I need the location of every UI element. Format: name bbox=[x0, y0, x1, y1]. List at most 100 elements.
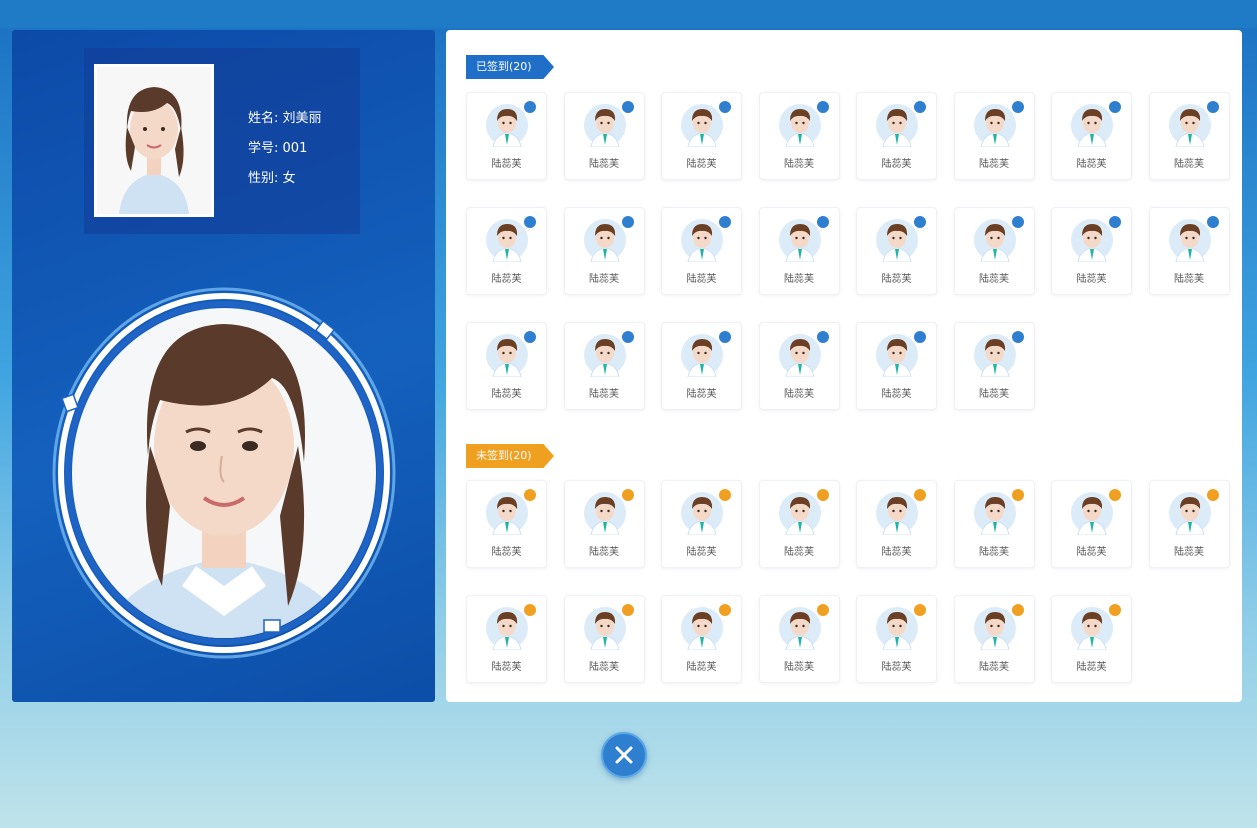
status-dot bbox=[816, 604, 829, 616]
student-card[interactable]: 陆蕊芙 bbox=[661, 92, 742, 180]
student-card[interactable]: 陆蕊芙 bbox=[563, 595, 645, 683]
student-card[interactable]: 陆蕊芙 bbox=[466, 207, 547, 295]
student-card[interactable]: 陆蕊芙 bbox=[758, 92, 840, 180]
student-card-name: 陆蕊芙 bbox=[1174, 547, 1204, 558]
student-card-name: 陆蕊芙 bbox=[784, 662, 814, 673]
student-avatar-icon bbox=[778, 331, 822, 377]
student-avatar-icon bbox=[485, 604, 529, 650]
status-dot bbox=[1109, 216, 1121, 228]
student-card-name: 陆蕊芙 bbox=[881, 389, 912, 400]
status-dot bbox=[914, 604, 926, 616]
status-dot bbox=[1011, 604, 1024, 616]
student-card[interactable]: 陆蕊芙 bbox=[953, 480, 1035, 568]
status-dot bbox=[1206, 489, 1219, 501]
student-card[interactable]: 陆蕊芙 bbox=[1051, 207, 1132, 295]
student-card[interactable]: 陆蕊芙 bbox=[953, 92, 1035, 180]
student-card-name: 陆蕊芙 bbox=[1076, 662, 1107, 673]
student-card-name: 陆蕊芙 bbox=[881, 274, 912, 285]
student-gender: 女 bbox=[282, 171, 296, 186]
student-card[interactable]: 陆蕊芙 bbox=[563, 92, 645, 180]
student-card-name: 陆蕊芙 bbox=[979, 159, 1009, 170]
status-dot bbox=[914, 489, 926, 501]
student-card-name: 陆蕊芙 bbox=[491, 389, 522, 400]
status-dot bbox=[1011, 331, 1024, 343]
status-dot bbox=[914, 101, 926, 113]
name-label: 姓名: bbox=[248, 111, 279, 126]
student-card[interactable]: 陆蕊芙 bbox=[856, 207, 937, 295]
close-button[interactable] bbox=[601, 732, 647, 778]
student-info-card: 姓名: 刘美丽 学号: 001 性别: 女 bbox=[84, 48, 360, 234]
student-card[interactable]: 陆蕊芙 bbox=[661, 595, 742, 683]
student-avatar-icon bbox=[680, 331, 724, 377]
student-card[interactable]: 陆蕊芙 bbox=[466, 595, 547, 683]
student-card[interactable]: 陆蕊芙 bbox=[1051, 595, 1132, 683]
student-card[interactable]: 陆蕊芙 bbox=[758, 322, 840, 410]
student-name: 刘美丽 bbox=[282, 111, 322, 126]
student-gender-line: 性别: 女 bbox=[248, 164, 322, 194]
student-card[interactable]: 陆蕊芙 bbox=[661, 322, 742, 410]
status-dot bbox=[1011, 216, 1024, 228]
gender-label: 性别: bbox=[248, 171, 279, 186]
student-avatar-icon bbox=[680, 604, 724, 650]
student-card-name: 陆蕊芙 bbox=[979, 274, 1009, 285]
student-card[interactable]: 陆蕊芙 bbox=[563, 480, 645, 568]
top-bar bbox=[0, 0, 1257, 28]
student-avatar-icon bbox=[973, 604, 1017, 650]
student-card-name: 陆蕊芙 bbox=[979, 547, 1009, 558]
student-card[interactable]: 陆蕊芙 bbox=[856, 480, 937, 568]
student-card[interactable]: 陆蕊芙 bbox=[953, 322, 1035, 410]
student-card[interactable]: 陆蕊芙 bbox=[758, 480, 840, 568]
student-card[interactable]: 陆蕊芙 bbox=[661, 207, 742, 295]
student-card-name: 陆蕊芙 bbox=[1076, 159, 1107, 170]
status-dot bbox=[914, 216, 926, 228]
student-card-name: 陆蕊芙 bbox=[491, 662, 522, 673]
student-card-name: 陆蕊芙 bbox=[589, 662, 619, 673]
student-card[interactable]: 陆蕊芙 bbox=[1148, 480, 1230, 568]
student-card[interactable]: 陆蕊芙 bbox=[563, 207, 645, 295]
student-avatar-icon bbox=[973, 489, 1017, 535]
student-card[interactable]: 陆蕊芙 bbox=[758, 595, 840, 683]
status-dot bbox=[1206, 216, 1219, 228]
student-id-line: 学号: 001 bbox=[248, 134, 322, 164]
student-card-name: 陆蕊芙 bbox=[881, 159, 912, 170]
student-card[interactable]: 陆蕊芙 bbox=[953, 207, 1035, 295]
student-card-name: 陆蕊芙 bbox=[491, 274, 522, 285]
student-card-name: 陆蕊芙 bbox=[1076, 547, 1107, 558]
status-dot bbox=[816, 216, 829, 228]
student-card[interactable]: 陆蕊芙 bbox=[856, 595, 937, 683]
student-card[interactable]: 陆蕊芙 bbox=[953, 595, 1035, 683]
student-card-name: 陆蕊芙 bbox=[979, 389, 1009, 400]
student-card[interactable]: 陆蕊芙 bbox=[466, 92, 547, 180]
status-dot bbox=[719, 331, 731, 343]
student-avatar-icon bbox=[778, 216, 822, 262]
student-card[interactable]: 陆蕊芙 bbox=[1148, 207, 1230, 295]
student-card[interactable]: 陆蕊芙 bbox=[1051, 480, 1132, 568]
student-avatar-icon bbox=[1168, 489, 1212, 535]
student-avatar-icon bbox=[875, 604, 919, 650]
student-card[interactable]: 陆蕊芙 bbox=[1148, 92, 1230, 180]
student-card-name: 陆蕊芙 bbox=[589, 274, 619, 285]
student-avatar-icon bbox=[485, 331, 529, 377]
student-card[interactable]: 陆蕊芙 bbox=[1051, 92, 1132, 180]
student-card[interactable]: 陆蕊芙 bbox=[661, 480, 742, 568]
status-dot bbox=[914, 331, 926, 343]
student-avatar-icon bbox=[583, 216, 627, 262]
student-detail-panel: 姓名: 刘美丽 学号: 001 性别: 女 bbox=[12, 30, 435, 702]
student-card[interactable]: 陆蕊芙 bbox=[563, 322, 645, 410]
student-avatar-icon bbox=[583, 604, 627, 650]
student-card[interactable]: 陆蕊芙 bbox=[758, 207, 840, 295]
status-dot bbox=[524, 216, 536, 228]
student-card-name: 陆蕊芙 bbox=[686, 662, 717, 673]
student-avatar-icon bbox=[875, 331, 919, 377]
student-card[interactable]: 陆蕊芙 bbox=[466, 480, 547, 568]
student-avatar-icon bbox=[1168, 101, 1212, 147]
status-dot bbox=[816, 101, 829, 113]
student-card-name: 陆蕊芙 bbox=[686, 547, 717, 558]
status-dot bbox=[621, 489, 634, 501]
student-card[interactable]: 陆蕊芙 bbox=[856, 322, 937, 410]
student-card[interactable]: 陆蕊芙 bbox=[466, 322, 547, 410]
status-dot bbox=[1206, 101, 1219, 113]
student-avatar-icon bbox=[485, 489, 529, 535]
student-avatar-icon bbox=[680, 216, 724, 262]
student-card[interactable]: 陆蕊芙 bbox=[856, 92, 937, 180]
